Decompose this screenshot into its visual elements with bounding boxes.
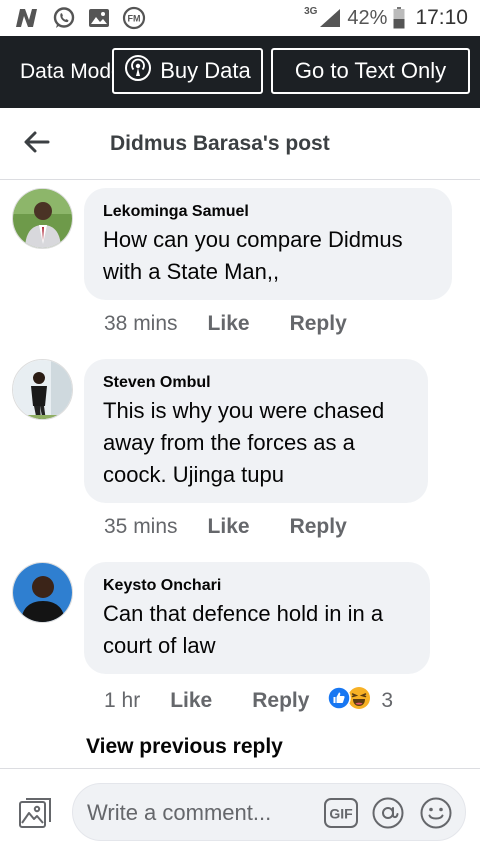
comment-text: Can that defence hold in in a court of l… — [103, 598, 411, 662]
battery-percent: 42% — [347, 6, 388, 29]
gif-icon[interactable]: GIF — [323, 797, 359, 834]
page-title: Didmus Barasa's post — [110, 132, 330, 155]
broadcast-icon — [124, 54, 152, 88]
comment-time: 1 hr — [104, 689, 141, 712]
comment-bubble[interactable]: Keysto Onchari Can that defence hold in … — [84, 562, 430, 674]
view-previous-reply-link[interactable]: View previous reply — [86, 735, 283, 759]
comment-text-line: coock. Ujinga tupu — [103, 462, 284, 487]
svg-text:FM: FM — [128, 14, 141, 24]
comment-text-line: Can that defence hold in in a — [103, 601, 384, 626]
comment-time: 38 mins — [104, 312, 178, 335]
commenter-name[interactable]: Steven Ombul — [103, 373, 409, 393]
avatar[interactable] — [12, 188, 73, 249]
comment-text-line: away from the forces as a — [103, 430, 355, 455]
comment-bubble[interactable]: Steven Ombul This is why you were chased… — [84, 359, 428, 503]
comment-bubble[interactable]: Lekominga Samuel How can you compare Did… — [84, 188, 452, 300]
comment-input[interactable] — [87, 798, 317, 828]
post-header: Didmus Barasa's post — [0, 108, 480, 180]
gif-label: GIF — [329, 806, 353, 822]
back-arrow-icon[interactable] — [22, 128, 50, 156]
comment-composer: GIF — [0, 768, 480, 854]
comment-actions: 35 mins Like Reply — [104, 515, 347, 539]
clock: 17:10 — [415, 6, 468, 29]
comment-time: 35 mins — [104, 515, 178, 538]
comment-actions: 1 hr Like Reply 3 — [104, 686, 393, 716]
data-mode-bar: Data Mode Buy Data Go to Text Only — [0, 36, 480, 108]
comment-text-line: This is why you were chased — [103, 398, 385, 423]
emoji-icon[interactable] — [419, 796, 453, 835]
reply-button[interactable]: Reply — [252, 689, 309, 713]
comment-actions: 38 mins Like Reply — [104, 312, 347, 336]
photo-icon[interactable] — [18, 795, 54, 836]
reply-button[interactable]: Reply — [290, 515, 347, 539]
buy-data-label: Buy Data — [160, 58, 251, 83]
comment-text: This is why you were chased away from th… — [103, 395, 409, 491]
gallery-icon — [88, 8, 110, 28]
reactions-summary[interactable]: 3 — [327, 686, 393, 716]
like-button[interactable]: Like — [170, 689, 212, 713]
like-reaction-icon — [327, 686, 352, 716]
commenter-name[interactable]: Lekominga Samuel — [103, 202, 433, 222]
n-app-icon — [14, 7, 40, 29]
text-only-button[interactable]: Go to Text Only — [271, 48, 470, 94]
avatar[interactable] — [12, 562, 73, 623]
comment-text-line: court of law — [103, 633, 216, 658]
comment-text-line: with a State Man,, — [103, 259, 280, 284]
like-button[interactable]: Like — [208, 515, 250, 539]
status-bar: FM 3G 42% 17:10 — [0, 0, 480, 36]
buy-data-button[interactable]: Buy Data — [112, 48, 263, 94]
text-only-label: Go to Text Only — [294, 58, 447, 83]
fm-radio-icon: FM — [122, 6, 146, 30]
signal-icon — [319, 8, 341, 28]
comment-input-box[interactable]: GIF — [72, 783, 466, 841]
mention-icon[interactable] — [371, 796, 405, 835]
reaction-count: 3 — [381, 689, 394, 712]
like-button[interactable]: Like — [208, 312, 250, 336]
network-type: 3G — [304, 6, 318, 17]
comment-text: How can you compare Didmus with a State … — [103, 224, 433, 288]
reply-button[interactable]: Reply — [290, 312, 347, 336]
commenter-name[interactable]: Keysto Onchari — [103, 576, 411, 596]
data-mode-label[interactable]: Data Mode — [20, 60, 112, 84]
comment-text-line: How can you compare Didmus — [103, 227, 403, 252]
battery-icon — [393, 7, 405, 29]
whatsapp-icon — [52, 6, 76, 30]
avatar[interactable] — [12, 359, 73, 420]
